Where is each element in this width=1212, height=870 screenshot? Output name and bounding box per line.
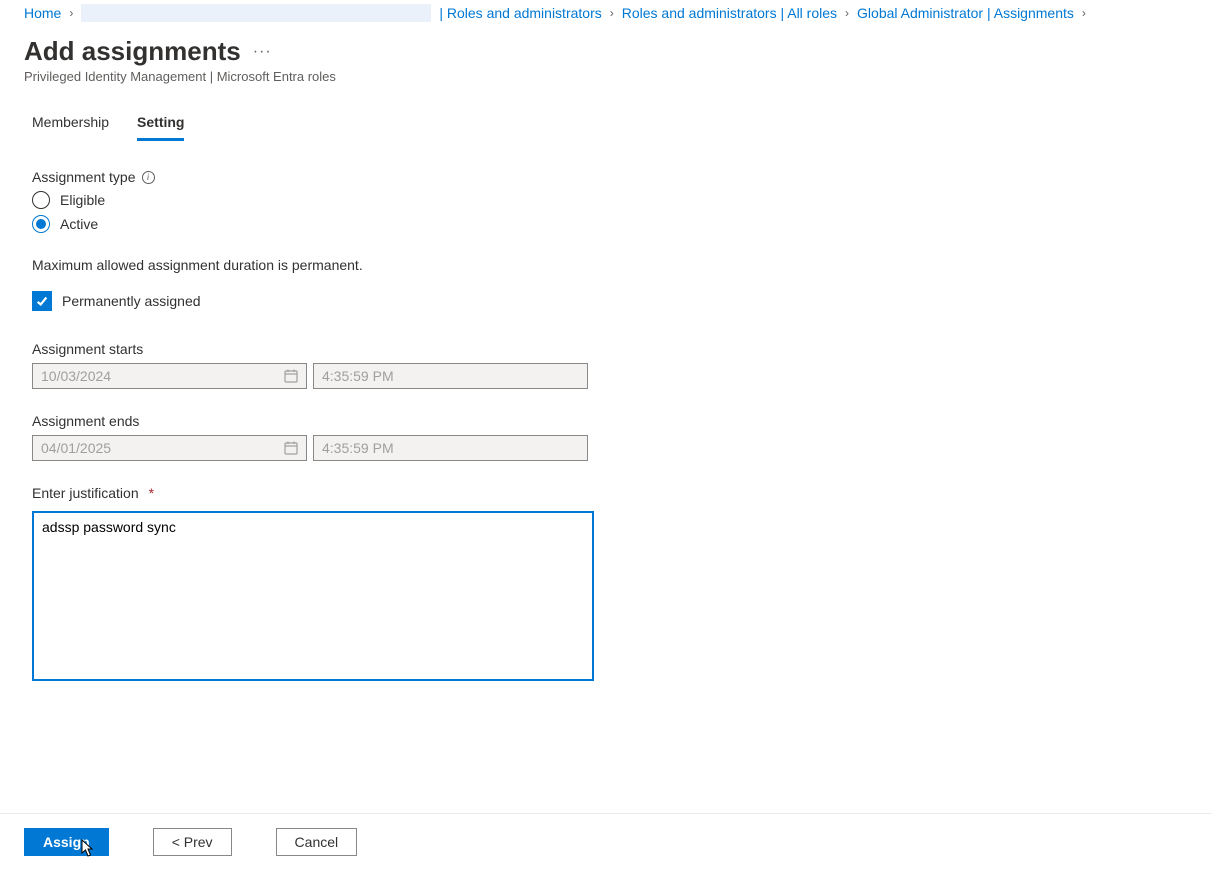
starts-date-value: 10/03/2024 (41, 368, 111, 384)
ends-date-input[interactable]: 04/01/2025 (32, 435, 307, 461)
tab-membership[interactable]: Membership (32, 108, 109, 141)
radio-icon-checked (32, 215, 50, 233)
breadcrumb: Home › | Roles and administrators › Role… (0, 0, 1212, 28)
breadcrumb-all-roles[interactable]: Roles and administrators | All roles (622, 5, 837, 21)
starts-date-input[interactable]: 10/03/2024 (32, 363, 307, 389)
prev-button[interactable]: < Prev (153, 828, 232, 856)
assign-button[interactable]: Assign (24, 828, 109, 856)
breadcrumb-home[interactable]: Home (24, 5, 61, 21)
tab-setting[interactable]: Setting (137, 108, 184, 141)
page-subtitle: Privileged Identity Management | Microso… (0, 67, 1212, 100)
required-indicator: * (149, 485, 154, 501)
footer-secondary: < Prev Cancel (153, 828, 357, 856)
radio-active-label: Active (60, 216, 98, 232)
cancel-button[interactable]: Cancel (276, 828, 358, 856)
page-title: Add assignments (24, 36, 241, 67)
calendar-icon (284, 369, 298, 383)
justification-label: Enter justification * (32, 485, 1180, 501)
radio-active[interactable]: Active (32, 215, 1180, 233)
assignment-type-text: Assignment type (32, 169, 136, 185)
radio-eligible[interactable]: Eligible (32, 191, 1180, 209)
justification-label-text: Enter justification (32, 485, 139, 501)
ends-row: 04/01/2025 4:35:59 PM (32, 435, 1180, 461)
checkbox-checked-icon (32, 291, 52, 311)
breadcrumb-roles-admins[interactable]: | Roles and administrators (439, 5, 601, 21)
chevron-right-icon: › (610, 6, 614, 20)
justification-input[interactable] (32, 511, 594, 681)
ends-date-value: 04/01/2025 (41, 440, 111, 456)
ends-time-input[interactable]: 4:35:59 PM (313, 435, 588, 461)
tabs: Membership Setting (0, 100, 1212, 141)
chevron-right-icon: › (1082, 6, 1086, 20)
duration-hint: Maximum allowed assignment duration is p… (32, 257, 1180, 273)
assignment-type-label: Assignment type i (32, 169, 1180, 185)
starts-label: Assignment starts (32, 341, 1180, 357)
chevron-right-icon: › (845, 6, 849, 20)
form: Assignment type i Eligible Active Maximu… (0, 141, 1212, 684)
ends-label: Assignment ends (32, 413, 1180, 429)
starts-time-input[interactable]: 4:35:59 PM (313, 363, 588, 389)
permanent-label: Permanently assigned (62, 293, 201, 309)
starts-row: 10/03/2024 4:35:59 PM (32, 363, 1180, 389)
assignment-type-group: Eligible Active (32, 191, 1180, 233)
footer: Assign < Prev Cancel (0, 813, 1212, 870)
radio-icon (32, 191, 50, 209)
page-header: Add assignments ··· (0, 28, 1212, 67)
starts-time-value: 4:35:59 PM (322, 368, 394, 384)
calendar-icon (284, 441, 298, 455)
ends-time-value: 4:35:59 PM (322, 440, 394, 456)
permanent-checkbox-row[interactable]: Permanently assigned (32, 291, 1180, 311)
radio-eligible-label: Eligible (60, 192, 105, 208)
info-icon[interactable]: i (142, 171, 155, 184)
breadcrumb-redacted (81, 4, 431, 22)
breadcrumb-global-admin[interactable]: Global Administrator | Assignments (857, 5, 1074, 21)
chevron-right-icon: › (69, 6, 73, 20)
more-actions-icon[interactable]: ··· (253, 43, 272, 61)
